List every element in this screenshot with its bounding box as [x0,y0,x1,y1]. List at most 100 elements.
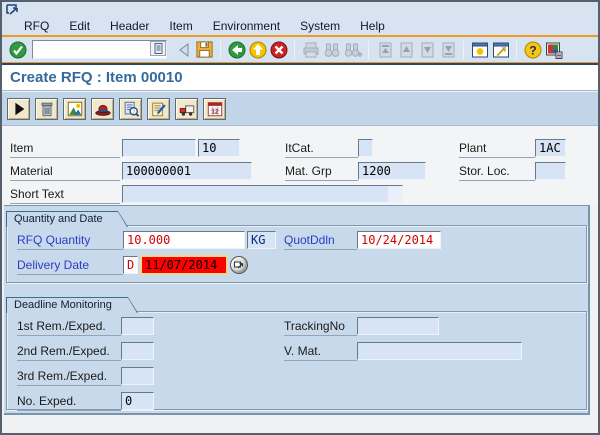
material-field[interactable]: 100000001 [122,162,252,180]
quot-ddln-label: QuotDdln [284,233,357,250]
menu-help[interactable]: Help [350,17,395,35]
left-triangle-icon [178,42,188,57]
last-page-button [437,39,458,60]
stor-loc-label: Stor. Loc. [459,164,535,181]
trash-icon [41,102,52,116]
create-shortcut-button[interactable] [490,39,511,60]
application-toolbar: 12 [2,92,598,126]
short-text-field[interactable] [122,185,403,203]
standard-toolbar: ? [2,37,598,62]
menu-bar: RFQ Edit Header Item Environment System … [2,16,598,35]
overview-button[interactable] [63,97,86,120]
menu-environment[interactable]: Environment [203,17,290,35]
first-page-button [374,39,395,60]
command-input[interactable] [32,40,167,59]
plant-field[interactable]: 1AC [535,139,566,157]
menu-rfq[interactable]: RFQ [14,17,59,35]
delivery-date-field[interactable]: 11/07/2014 [140,255,228,275]
v-mat-label: V. Mat. [284,344,357,361]
next-page-icon [421,42,433,57]
magnifier-document-icon [124,101,139,117]
possible-entries-icon [234,261,244,269]
status-bar-area [2,417,598,433]
quantity-and-date-title: Quantity and Date [7,212,127,227]
date-matchcode-button[interactable] [230,256,248,274]
delivery-schedule-button[interactable]: 12 [203,97,226,120]
title-bar: Create RFQ : Item 00010 [2,65,598,91]
cancel-button[interactable] [268,39,289,60]
sap-window: RFQ Edit Header Item Environment System … [0,0,600,435]
x-circle-icon [270,41,287,58]
rem3-label: 3rd Rem./Exped. [17,369,121,386]
toolbar-separator [516,40,517,59]
hide-command-button[interactable] [173,39,194,60]
stor-loc-field[interactable] [535,162,566,180]
rem1-field[interactable] [121,317,154,335]
rfq-quantity-field[interactable]: 10.000 [123,231,245,249]
next-page-button [416,39,437,60]
pencil-note-icon [151,102,166,116]
delete-button[interactable] [35,97,58,120]
customize-layout-button[interactable] [543,39,564,60]
quot-ddln-field[interactable]: 10/24/2014 [357,231,441,249]
item-doc-field[interactable] [122,139,196,157]
toolbar-separator [368,40,369,59]
rem3-field[interactable] [121,367,154,385]
toolbar-separator [294,40,295,59]
next-item-icon [14,102,24,115]
menu-system[interactable]: System [290,17,350,35]
header-details-button[interactable] [91,97,114,120]
short-text-label: Short Text [10,187,120,204]
up-arrow-icon [249,41,266,58]
printer-icon [303,42,318,57]
svg-text:12: 12 [211,108,219,115]
command-dropdown-button[interactable] [150,41,166,56]
texts-button[interactable] [147,97,170,120]
item-header-area: Item 10 ItCat. Plant 1AC Material 100000… [2,126,598,205]
last-page-icon [442,42,454,57]
back-button[interactable] [226,39,247,60]
new-session-button[interactable] [469,39,490,60]
v-mat-field[interactable] [357,342,522,360]
rem1-label: 1st Rem./Exped. [17,319,121,336]
no-exped-label: No. Exped. [17,394,121,411]
truck-icon [179,104,194,116]
binoculars-icon [324,43,339,57]
check-circle-icon [9,41,26,58]
mat-grp-field[interactable]: 1200 [358,162,426,180]
first-page-icon [379,42,391,57]
help-button[interactable]: ? [522,39,543,60]
delivery-address-button[interactable] [175,97,198,120]
svg-text:?: ? [529,43,536,57]
shortcut-icon [492,42,509,57]
date-category-field[interactable]: D [123,256,138,274]
menu-edit[interactable]: Edit [59,17,100,35]
enter-button[interactable] [7,39,28,60]
previous-page-icon [400,42,412,57]
rem2-field[interactable] [121,342,154,360]
unit-field[interactable]: KG [247,231,276,249]
toolbar-separator [220,40,221,59]
picture-icon [67,101,82,116]
help-icon: ? [524,41,541,58]
menu-item[interactable]: Item [159,17,202,35]
itcat-field[interactable] [358,139,373,157]
delivery-date-label: Delivery Date [17,258,123,275]
item-number-field[interactable]: 10 [198,139,240,157]
item-details-button[interactable] [119,97,142,120]
floppy-icon [196,41,213,58]
page-title: Create RFQ : Item 00010 [10,69,183,86]
rem2-label: 2nd Rem./Exped. [17,344,121,361]
exit-button[interactable] [247,39,268,60]
rfq-quantity-label: RFQ Quantity [17,233,123,250]
tracking-no-field[interactable] [357,317,439,335]
previous-page-button [395,39,416,60]
itcat-label: ItCat. [285,141,358,158]
find-button [321,39,342,60]
menu-header[interactable]: Header [100,17,159,35]
back-arrow-icon [228,41,245,58]
save-button[interactable] [194,39,215,60]
next-item-button[interactable] [7,97,30,120]
no-exped-field[interactable]: 0 [121,392,154,410]
deadline-monitoring-title: Deadline Monitoring [7,298,137,313]
